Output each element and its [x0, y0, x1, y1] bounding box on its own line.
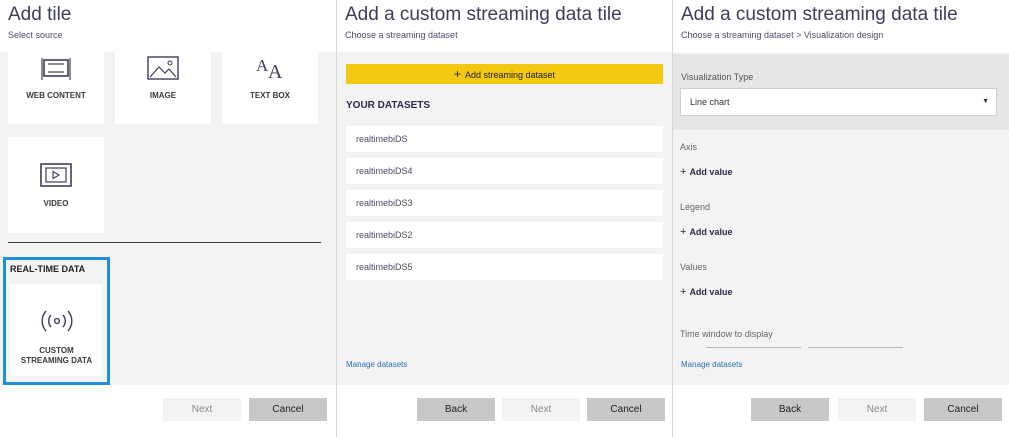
- panel-footer: Back Next Cancel: [337, 385, 672, 437]
- panel-footer: Back Next Cancel: [673, 385, 1009, 437]
- manage-datasets-link[interactable]: Manage datasets: [346, 360, 407, 369]
- plus-icon: +: [680, 226, 687, 238]
- panel-header: Add a custom streaming data tile Choose …: [673, 0, 1009, 52]
- panel-header: Add a custom streaming data tile Choose …: [337, 0, 672, 52]
- tile-label: TEXT BOX: [249, 91, 290, 100]
- choose-dataset-panel: Add a custom streaming data tile Choose …: [337, 0, 673, 437]
- values-label: Values: [680, 262, 707, 272]
- tile-video[interactable]: VIDEO: [8, 137, 104, 233]
- chevron-down-icon: ▼: [982, 98, 989, 105]
- add-tile-panel: Add tile Select source WEB CONTENT IMAGE: [0, 0, 337, 437]
- dataset-item[interactable]: realtimebiDS: [346, 126, 663, 152]
- plus-icon: +: [453, 67, 461, 81]
- cancel-button[interactable]: Cancel: [924, 398, 1002, 421]
- breadcrumb: Choose a streaming dataset > Visualizati…: [681, 30, 884, 40]
- add-axis-value-button[interactable]: + Add value: [680, 166, 732, 178]
- cancel-button[interactable]: Cancel: [587, 398, 665, 421]
- broadcast-icon: [40, 309, 74, 338]
- svg-text:A: A: [268, 61, 283, 82]
- dataset-item[interactable]: realtimebiDS2: [346, 222, 663, 248]
- tile-label-line1: CUSTOM: [39, 346, 74, 355]
- tile-custom-streaming-data[interactable]: CUSTOM STREAMING DATA: [10, 284, 103, 376]
- next-button[interactable]: Next: [163, 398, 241, 421]
- dataset-item[interactable]: realtimebiDS5: [346, 254, 663, 280]
- visualization-type-value: Line chart: [690, 97, 730, 107]
- add-streaming-dataset-label: Add streaming dataset: [464, 70, 556, 80]
- tile-label: IMAGE: [149, 91, 177, 100]
- add-value-label: Add value: [689, 227, 733, 237]
- tile-label-line2: STREAMING DATA: [20, 356, 93, 365]
- time-window-value-input[interactable]: [706, 347, 801, 348]
- add-legend-value-button[interactable]: + Add value: [680, 226, 732, 238]
- plus-icon: +: [680, 286, 687, 298]
- add-streaming-dataset-button[interactable]: + Add streaming dataset: [346, 64, 663, 84]
- tile-text-box[interactable]: A A TEXT BOX: [222, 52, 318, 124]
- manage-datasets-link[interactable]: Manage datasets: [681, 360, 742, 369]
- tile-label: WEB CONTENT: [26, 91, 86, 100]
- page-subtitle: Select source: [8, 30, 63, 40]
- page-title: Add a custom streaming data tile: [345, 4, 622, 25]
- visualization-type-section: Visualization Type Line chart ▼: [673, 54, 1009, 130]
- web-content-icon: [41, 56, 71, 87]
- page-title: Add a custom streaming data tile: [681, 4, 958, 25]
- add-values-value-button[interactable]: + Add value: [680, 286, 732, 298]
- datasets-heading: YOUR DATASETS: [346, 100, 431, 111]
- dataset-item[interactable]: realtimebiDS3: [346, 190, 663, 216]
- tile-label: VIDEO: [43, 199, 69, 208]
- tile-image[interactable]: IMAGE: [115, 52, 211, 124]
- video-icon: [40, 163, 72, 192]
- next-button[interactable]: Next: [838, 398, 916, 421]
- add-value-label: Add value: [689, 287, 733, 297]
- page-subtitle: Choose a streaming dataset: [345, 30, 458, 40]
- next-button[interactable]: Next: [502, 398, 580, 421]
- legend-label: Legend: [680, 202, 711, 212]
- tile-web-content[interactable]: WEB CONTENT: [8, 52, 104, 124]
- visualization-design-panel: Add a custom streaming data tile Choose …: [673, 0, 1009, 437]
- axis-label: Axis: [680, 142, 698, 152]
- back-button[interactable]: Back: [751, 398, 829, 421]
- visualization-type-label: Visualization Type: [681, 72, 754, 82]
- back-button[interactable]: Back: [417, 398, 495, 421]
- section-divider: [8, 242, 321, 243]
- text-box-icon: A A: [253, 54, 287, 87]
- realtime-section: REAL-TIME DATA CUSTOM STREAMING DATA: [3, 257, 110, 385]
- cancel-button[interactable]: Cancel: [249, 398, 327, 421]
- page-title: Add tile: [8, 4, 72, 25]
- time-window-label: Time window to display: [680, 329, 773, 339]
- image-icon: [147, 56, 179, 85]
- plus-icon: +: [680, 166, 687, 178]
- panel-header: Add tile Select source: [0, 0, 336, 52]
- realtime-section-label: REAL-TIME DATA: [10, 264, 86, 274]
- time-window-unit-select[interactable]: [808, 347, 903, 348]
- add-value-label: Add value: [689, 167, 733, 177]
- visualization-type-select[interactable]: Line chart ▼: [680, 88, 997, 116]
- panel-footer: Next Cancel: [0, 385, 336, 437]
- dataset-item[interactable]: realtimebiDS4: [346, 158, 663, 184]
